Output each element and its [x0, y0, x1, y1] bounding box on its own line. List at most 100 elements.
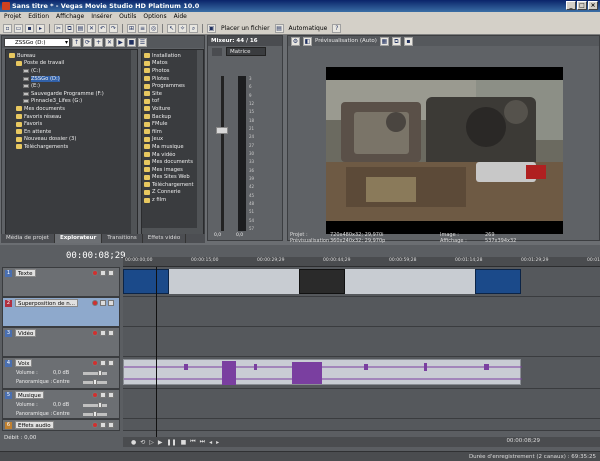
save-snapshot-icon[interactable]: ▪ [403, 36, 413, 46]
tree-item[interactable]: Pinnacle3_Lifes (G:) [9, 98, 137, 106]
stop-preview-icon[interactable]: ■ [127, 37, 136, 47]
playhead-cursor[interactable] [156, 267, 157, 442]
text-clip[interactable] [123, 269, 169, 294]
mute-icon[interactable] [92, 330, 98, 336]
track-name[interactable]: Texte [15, 269, 36, 277]
track-header[interactable]: 2 Superposition de n... [2, 297, 120, 327]
record-icon[interactable]: ● [131, 439, 136, 446]
volume-slider[interactable] [83, 372, 107, 375]
track-lane[interactable] [123, 267, 600, 297]
file-item[interactable]: Voiture [144, 105, 203, 113]
pause-icon[interactable]: ❚❚ [167, 439, 177, 446]
file-list[interactable]: Installation Matos Photos Pilotes Programmes… [141, 49, 204, 235]
mute-icon[interactable] [92, 392, 98, 398]
play-from-start-icon[interactable]: ▷ [149, 439, 154, 446]
paste-icon[interactable]: ▤ [76, 23, 85, 33]
track-lane[interactable] [123, 327, 600, 357]
maximize-button[interactable]: □ [577, 1, 587, 10]
solo-icon[interactable] [100, 330, 106, 336]
render-icon[interactable]: ▸ [36, 23, 45, 33]
track-fx-icon[interactable] [108, 270, 114, 276]
tree-scrollbar[interactable] [131, 50, 137, 234]
track-fx-icon[interactable] [108, 422, 114, 428]
tree-item[interactable]: Sauvegarde Programme (F:) [9, 90, 137, 98]
file-item[interactable]: Pilotes [144, 75, 203, 83]
solo-icon[interactable] [100, 300, 106, 306]
place-file-button[interactable]: Placer un fichier [218, 25, 273, 32]
track-header[interactable]: 3 Vidéo [2, 327, 120, 357]
file-item[interactable]: FMule [144, 120, 203, 128]
loop-icon[interactable]: ⟲ [140, 439, 145, 446]
tab-project-media[interactable]: Média de projet [1, 234, 55, 243]
track-lane[interactable] [123, 389, 600, 419]
solo-icon[interactable] [100, 360, 106, 366]
envelope-tool-icon[interactable]: ✧ [178, 23, 187, 33]
snap-icon[interactable]: ⊞ [127, 23, 136, 33]
close-button[interactable]: × [588, 1, 598, 10]
text-clip[interactable] [475, 269, 521, 294]
up-folder-icon[interactable]: ↑ [72, 37, 81, 47]
master-fader-track[interactable] [221, 76, 224, 231]
tab-video-effects[interactable]: Effets vidéo [143, 234, 187, 243]
tree-item[interactable]: (E:) [9, 82, 137, 90]
master-fader-handle[interactable] [216, 127, 228, 134]
track-name[interactable]: Musique [15, 391, 44, 399]
menu-edition[interactable]: Edition [28, 13, 49, 21]
solo-icon[interactable] [100, 270, 106, 276]
track-name[interactable]: Superposition de n... [15, 299, 79, 307]
track-fx-icon[interactable] [108, 330, 114, 336]
stop-icon[interactable]: ■ [181, 439, 187, 446]
preview-settings-icon[interactable]: ⚙ [291, 36, 300, 46]
menu-affichage[interactable]: Affichage [56, 13, 84, 21]
track-header[interactable]: 5 Musique Volume : 0,0 dB Panoramique : Centr… [2, 389, 120, 419]
tree-item[interactable]: Téléchargements [9, 143, 137, 151]
tree-item[interactable]: (C:) [9, 67, 137, 75]
file-item[interactable]: Matos [144, 60, 203, 68]
file-item[interactable]: Backup [144, 113, 203, 121]
play-icon[interactable]: ▶ [158, 439, 163, 446]
drive-selector[interactable]: ZSSGo (D:) [4, 37, 70, 47]
track-lane[interactable] [123, 297, 600, 327]
track-header[interactable]: 4 Voix Volume : 0,0 dB Panoramique : Centre [2, 357, 120, 389]
tree-item[interactable]: Mes documents [9, 105, 137, 113]
go-to-end-icon[interactable]: ⏭ [200, 438, 205, 446]
video-thumbnail-clip[interactable] [299, 269, 345, 294]
mute-icon[interactable] [92, 270, 98, 276]
mute-icon[interactable] [92, 422, 98, 428]
audio-clip[interactable] [123, 359, 522, 385]
prev-frame-icon[interactable]: ◂ [209, 439, 212, 446]
tree-item[interactable]: En attente [9, 128, 137, 136]
file-item[interactable]: Ma musique [144, 143, 203, 151]
file-item[interactable]: Mes images [144, 166, 203, 174]
time-ruler[interactable]: 00:00:00;00 00:00:15;00 00:00:29;29 00:00:4… [123, 257, 600, 267]
help-pointer-icon[interactable]: ? [332, 23, 342, 33]
track-name[interactable]: Vidéo [15, 329, 37, 337]
tree-item[interactable]: Favoris [9, 120, 137, 128]
volume-slider[interactable] [83, 404, 107, 407]
file-item[interactable]: Z Connerie [144, 189, 203, 197]
track-name[interactable]: Effets audio [15, 421, 54, 429]
cut-icon[interactable]: ✂ [54, 23, 63, 33]
track-fx-icon[interactable] [108, 360, 114, 366]
menu-projet[interactable]: Projet [4, 13, 21, 21]
place-file-icon[interactable]: ▣ [207, 23, 216, 33]
redo-icon[interactable]: ↷ [109, 23, 118, 33]
track-lane[interactable] [123, 419, 600, 431]
menu-options[interactable]: Options [143, 13, 166, 21]
pan-slider-handle[interactable] [93, 411, 97, 417]
file-item[interactable]: film [144, 128, 203, 136]
play-preview-icon[interactable]: ▶ [116, 37, 125, 47]
file-item[interactable]: Photos [144, 67, 203, 75]
file-item[interactable]: Téléchargement [144, 181, 203, 189]
copy-snapshot-icon[interactable]: ⧉ [391, 36, 401, 46]
tree-item[interactable]: Poste de travail [9, 60, 137, 68]
new-folder-icon[interactable]: + [94, 37, 103, 47]
file-item[interactable]: Mes Sites Web [144, 174, 203, 182]
pan-slider-handle[interactable] [93, 379, 97, 385]
file-item[interactable]: Jeux [144, 136, 203, 144]
file-item[interactable]: Site [144, 90, 203, 98]
save-icon[interactable]: ▪ [25, 23, 34, 33]
volume-slider-handle[interactable] [98, 370, 102, 376]
mixer-properties-icon[interactable] [212, 48, 222, 56]
track-name[interactable]: Voix [15, 359, 33, 367]
